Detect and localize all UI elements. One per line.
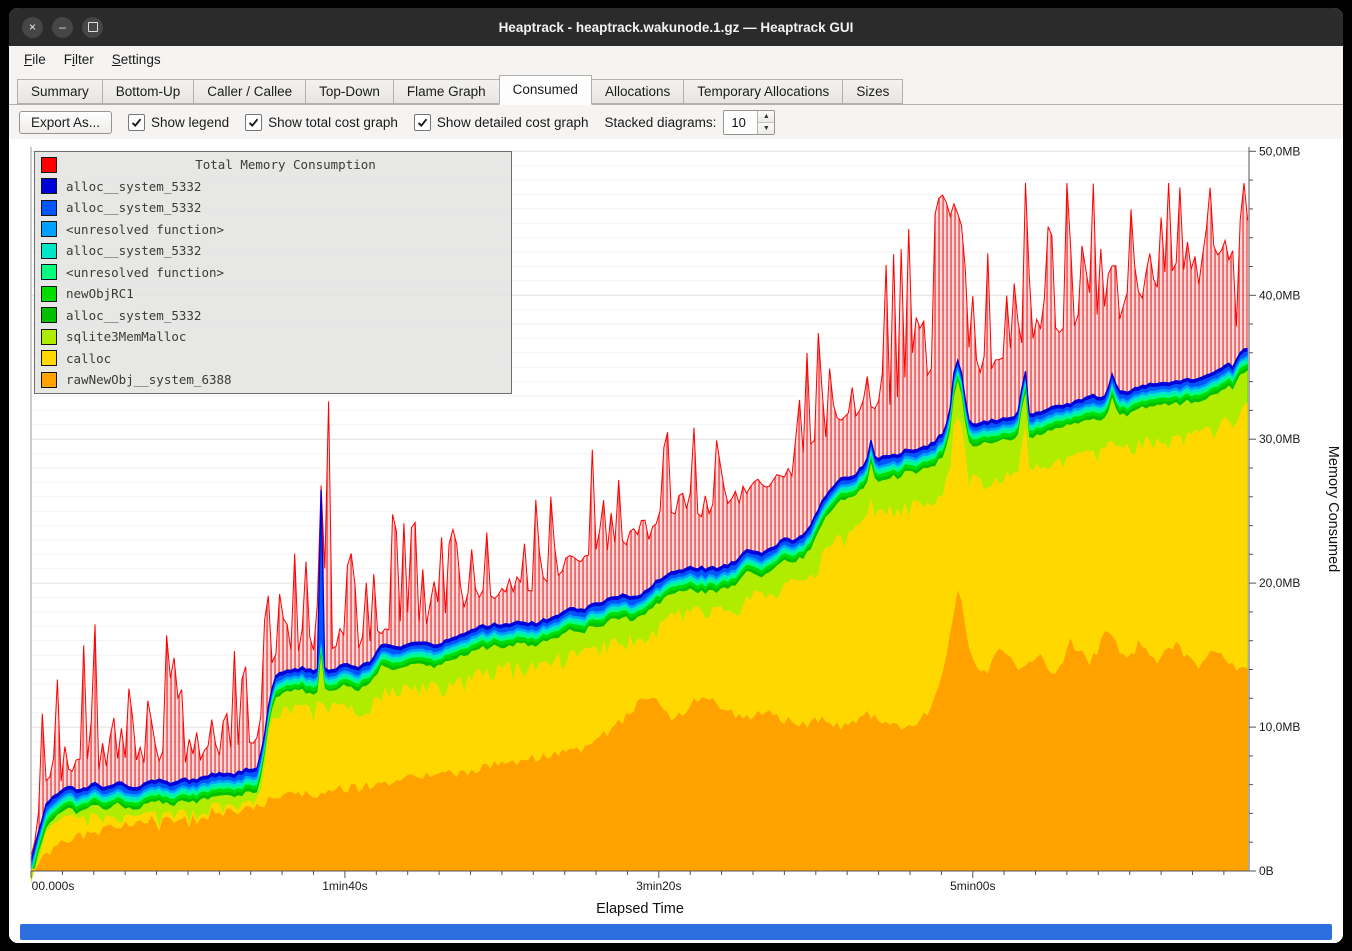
legend-item: alloc__system_5332 [38, 305, 508, 327]
tab-bottom-up[interactable]: Bottom-Up [102, 79, 194, 104]
timeline-scrollbar[interactable] [20, 924, 1332, 940]
legend-label: alloc__system_5332 [66, 308, 201, 323]
tab-consumed[interactable]: Consumed [499, 75, 592, 105]
window-controls: × – [22, 8, 103, 46]
stacked-diagrams-control: Stacked diagrams: 10 ▲ ▼ [605, 110, 776, 135]
x-tick-label: 1min40s [322, 879, 367, 893]
bottom-strip [9, 921, 1343, 943]
minimize-button[interactable]: – [52, 17, 73, 38]
spinbox-value: 10 [724, 111, 757, 134]
menu-bar: FileFilterSettings [9, 46, 1343, 73]
legend-swatch [41, 264, 57, 280]
legend-swatch [41, 178, 57, 194]
legend-item: alloc__system_5332 [38, 197, 508, 219]
tab-temporary-allocations[interactable]: Temporary Allocations [683, 79, 842, 104]
tab-allocations[interactable]: Allocations [592, 79, 683, 104]
checkbox-box[interactable] [245, 114, 262, 131]
y-tick-label: 30,0MB [1259, 432, 1300, 446]
legend-label: alloc__system_5332 [66, 243, 201, 258]
stacked-diagrams-spinbox[interactable]: 10 ▲ ▼ [723, 110, 775, 135]
checkbox-box[interactable] [414, 114, 431, 131]
legend-title-row: Total Memory Consumption [38, 154, 508, 176]
menu-filter[interactable]: Filter [55, 49, 103, 70]
y-tick-label: 40,0MB [1259, 288, 1300, 302]
menu-file[interactable]: File [15, 49, 55, 70]
legend-item: alloc__system_5332 [38, 176, 508, 198]
legend-label: <unresolved function> [66, 265, 224, 280]
menu-settings[interactable]: Settings [103, 49, 170, 70]
spinbox-up-button[interactable]: ▲ [758, 111, 774, 123]
checkbox-box[interactable] [128, 114, 145, 131]
legend-item: newObjRC1 [38, 283, 508, 305]
legend-swatch [41, 350, 57, 366]
legend-swatch [41, 372, 57, 388]
checkbox-label: Show legend [151, 115, 229, 130]
legend-label: sqlite3MemMalloc [66, 329, 186, 344]
legend-label: calloc [66, 351, 111, 366]
checkbox-show-detailed-cost-graph[interactable]: Show detailed cost graph [414, 114, 589, 131]
legend-item: <unresolved function> [38, 219, 508, 241]
consumed-chart-panel: 00.000s 1min40s 3min20s 5min00s 0B 10,0MB 20,0… [9, 139, 1343, 921]
tab-summary[interactable]: Summary [17, 79, 102, 104]
legend-swatch [41, 200, 57, 216]
x-axis-title: Elapsed Time [596, 901, 684, 917]
legend-swatch [41, 286, 57, 302]
chart-legend: Total Memory Consumption alloc__system_53… [34, 151, 512, 394]
checkbox-label: Show total cost graph [268, 115, 398, 130]
tab-sizes[interactable]: Sizes [842, 79, 903, 104]
legend-swatch [41, 307, 57, 323]
toolbar-checkboxes: Show legend Show total cost graph Show det… [128, 114, 589, 131]
checkbox-label: Show detailed cost graph [437, 115, 589, 130]
legend-item: alloc__system_5332 [38, 240, 508, 262]
legend-label: alloc__system_5332 [66, 200, 201, 215]
x-tick-label: 5min00s [950, 879, 995, 893]
tab-top-down[interactable]: Top-Down [305, 79, 393, 104]
legend-title: Total Memory Consumption [66, 157, 505, 172]
y-tick-label: 20,0MB [1259, 576, 1300, 590]
legend-label: newObjRC1 [66, 286, 134, 301]
checkbox-show-legend[interactable]: Show legend [128, 114, 229, 131]
window-title: Heaptrack - heaptrack.wakunode.1.gz — He… [499, 20, 854, 35]
legend-swatch-total [41, 157, 57, 173]
export-as-button[interactable]: Export As... [19, 111, 112, 134]
tab-flame-graph[interactable]: Flame Graph [393, 79, 499, 104]
legend-item: <unresolved function> [38, 262, 508, 284]
legend-item: rawNewObj__system_6388 [38, 369, 508, 391]
x-tick-label: 3min20s [636, 879, 681, 893]
close-button[interactable]: × [22, 17, 43, 38]
legend-label: <unresolved function> [66, 222, 224, 237]
legend-swatch [41, 329, 57, 345]
tab-bar: SummaryBottom-UpCaller / CalleeTop-DownF… [9, 73, 1343, 105]
legend-swatch [41, 243, 57, 259]
y-tick-label: 0B [1259, 864, 1274, 878]
heaptrack-window: × – Heaptrack - heaptrack.wakunode.1.gz … [9, 8, 1343, 943]
maximize-icon [88, 22, 98, 32]
screen-frame: × – Heaptrack - heaptrack.wakunode.1.gz … [0, 0, 1352, 951]
y-axis-title: Memory Consumed [1325, 446, 1341, 573]
checkbox-show-total-cost-graph[interactable]: Show total cost graph [245, 114, 398, 131]
maximize-button[interactable] [82, 17, 103, 38]
stacked-diagrams-label: Stacked diagrams: [605, 115, 717, 130]
legend-label: alloc__system_5332 [66, 179, 201, 194]
title-bar: × – Heaptrack - heaptrack.wakunode.1.gz … [9, 8, 1343, 46]
legend-item: sqlite3MemMalloc [38, 326, 508, 348]
spinbox-buttons: ▲ ▼ [757, 111, 774, 134]
legend-item: calloc [38, 348, 508, 370]
legend-swatch [41, 221, 57, 237]
tab-caller-callee[interactable]: Caller / Callee [193, 79, 305, 104]
spinbox-down-button[interactable]: ▼ [758, 123, 774, 134]
toolbar: Export As... Show legend Show total cost … [9, 105, 1343, 139]
x-tick-label: 00.000s [32, 879, 75, 893]
y-tick-label: 10,0MB [1259, 720, 1300, 734]
y-tick-label: 50,0MB [1259, 144, 1300, 158]
legend-label: rawNewObj__system_6388 [66, 372, 232, 387]
